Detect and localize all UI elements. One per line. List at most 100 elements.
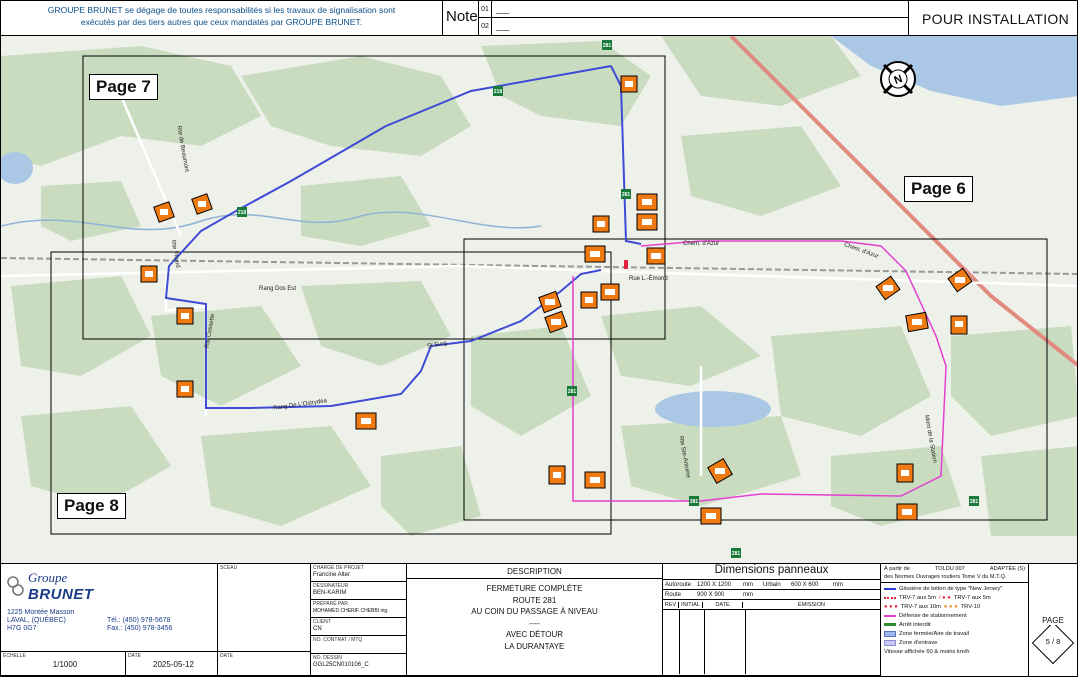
seal-date-label: DATE [220,653,233,659]
note-row: 02 ___ [479,18,908,35]
field-label: DESSINATEUR [313,583,349,589]
svg-text:281: 281 [568,389,577,395]
route-shield: 218 [237,207,247,217]
sign-marker [896,463,914,483]
dim-unit: mm [743,581,753,588]
sign-marker [584,471,606,489]
field-label: NO. CONTRAT / MTQ [313,637,363,643]
map-canvas: 281 218 218 281 281 281 281 281 N [1,36,1077,558]
sign-marker [905,311,929,333]
company-logo: Groupe BRUNET 1225 Montée Masson LAVAL, … [7,570,207,633]
dimensions-cell: Dimensions panneaux Autoroute 1200 X 120… [663,564,881,676]
road-label: Chem. d'Azur [683,241,720,247]
company-cell: Groupe BRUNET 1225 Montée Masson LAVAL, … [1,564,218,652]
page-8-label: Page 8 [57,493,126,519]
drawing-status: POUR INSTALLATION [922,11,1069,27]
page-cell: 5 / 8 PAGE [1029,564,1077,676]
closure-barrier [624,260,628,269]
dim-route-label: Route [665,591,682,598]
standard-prefix: À partir de [884,566,910,572]
dim-autoroute-label: Autoroute [665,581,692,588]
field-label: CHARGÉ DE PROJET [313,565,364,571]
sign-marker [636,213,658,231]
legend-item: ● ● ● TRV-7 aux 10m ● ● ● TRV-10 [884,603,981,610]
sign-marker [636,193,658,211]
page-6-label: Page 6 [904,176,973,202]
sign-marker [580,291,598,309]
svg-text:281: 281 [622,192,631,198]
field-cell: CLIENT CN [311,618,407,636]
field-cell: DESSINATEUR BEN-KARIM [311,582,407,600]
description-line: LA DURANTAYE [504,641,565,651]
phone-number: (450) 978-5678 [122,617,171,624]
sign-marker [620,75,638,93]
disclaimer: GROUPE BRUNET se dégage de toutes respon… [1,1,443,35]
sign-marker [950,315,968,335]
dim-autoroute-value: 1200 X 1200 [697,581,732,588]
route-shield: 281 [731,548,741,558]
field-cell: NO. CONTRAT / MTQ [311,636,407,654]
description-cell: DESCRIPTION FERMETURE COMPLÈTE ROUTE 281… [407,564,663,676]
note-rows: 01 ___ 02 ___ [479,1,909,35]
seal-date-cell: DATE [218,652,311,676]
svg-text:281: 281 [732,551,741,557]
route-shield: 281 [689,496,699,506]
route-shield: 281 [567,386,577,396]
note-value: ___ [496,4,510,14]
sign-marker [355,412,377,430]
sign-marker [896,503,918,521]
date-cell: DATE 2025-05-12 [126,652,218,676]
seal-label: SCEAU [220,565,238,571]
revision-header: REV [663,601,679,608]
compass-rose-icon: N [880,61,916,97]
page-number: 5 / 8 [1045,637,1061,646]
page-label: PAGE [1029,616,1077,625]
sign-marker [176,307,194,325]
standard-line: des Normes Ouvrages routiers Tome V du M… [881,572,1028,583]
legend-item: TRV-7 aux 5m / ● ● TRV-7 aux 5m [884,593,1025,602]
legend-item: Vitesse affichée 60 & moins km/h [884,648,970,655]
logo-mark-icon [7,575,24,596]
disclaimer-line-2: exécutés par des tiers autres que ceux m… [80,17,363,27]
sign-marker [700,507,722,525]
disclaimer-line-1: GROUPE BRUNET se dégage de toutes respon… [47,5,396,15]
field-label: NO. DESSIN [313,655,342,661]
fax-number: (450) 978-3456 [124,625,173,632]
dim-unit: mm [833,581,843,588]
scale-label: ÉCHELLE [3,653,26,659]
legend-item: Zone d'entrave [884,638,1025,647]
field-cell: PRÉPARÉ PAR MOHAMED CHERIF CHEBBI ing. [311,600,407,618]
sign-marker [176,380,194,398]
note-label: Note [443,1,479,35]
description-line: FERMETURE COMPLÈTE [486,584,583,593]
dim-urbain-label: Urbain [763,581,781,588]
sign-marker [140,265,158,283]
date-label: DATE [128,653,141,659]
route-shield: 218 [493,86,503,96]
page-7-label: Page 7 [89,74,158,100]
phone-label: Tél.: [107,617,121,624]
note-value: ___ [496,22,510,31]
date-value: 2025-05-12 [153,660,194,669]
svg-text:281: 281 [970,499,979,505]
sign-marker [600,283,620,301]
description-title: DESCRIPTION [407,564,662,579]
dim-unit: mm [743,591,753,598]
address-line: H7G 0G7 [7,625,37,632]
note-number: 01 [479,1,492,17]
road-label: Rue L.-Émond [629,276,668,282]
description-line: AU COIN DU PASSAGE À NIVEAU [471,607,598,616]
standard-adapted: ADAPTÉE (S) [989,566,1025,572]
description-line: AVEC DÉTOUR [505,630,564,639]
field-label: PRÉPARÉ PAR [313,601,348,607]
field-value: MOHAMED CHERIF CHEBBI ing. [313,608,389,614]
logo-text-brunet: BRUNET [28,586,94,603]
legend-item: Arrêt interdit [884,620,1025,629]
header-bar: GROUPE BRUNET se dégage de toutes respon… [0,0,1078,36]
fax-label: Fax.: [107,625,123,632]
legend-item: Glissière de béton de type "New Jersey" [884,584,1025,593]
sign-marker [191,193,213,215]
sign-marker [548,465,566,485]
note-row: 01 ___ [479,1,908,18]
map-area[interactable]: 281 218 218 281 281 281 281 281 N Page 7… [0,36,1078,563]
